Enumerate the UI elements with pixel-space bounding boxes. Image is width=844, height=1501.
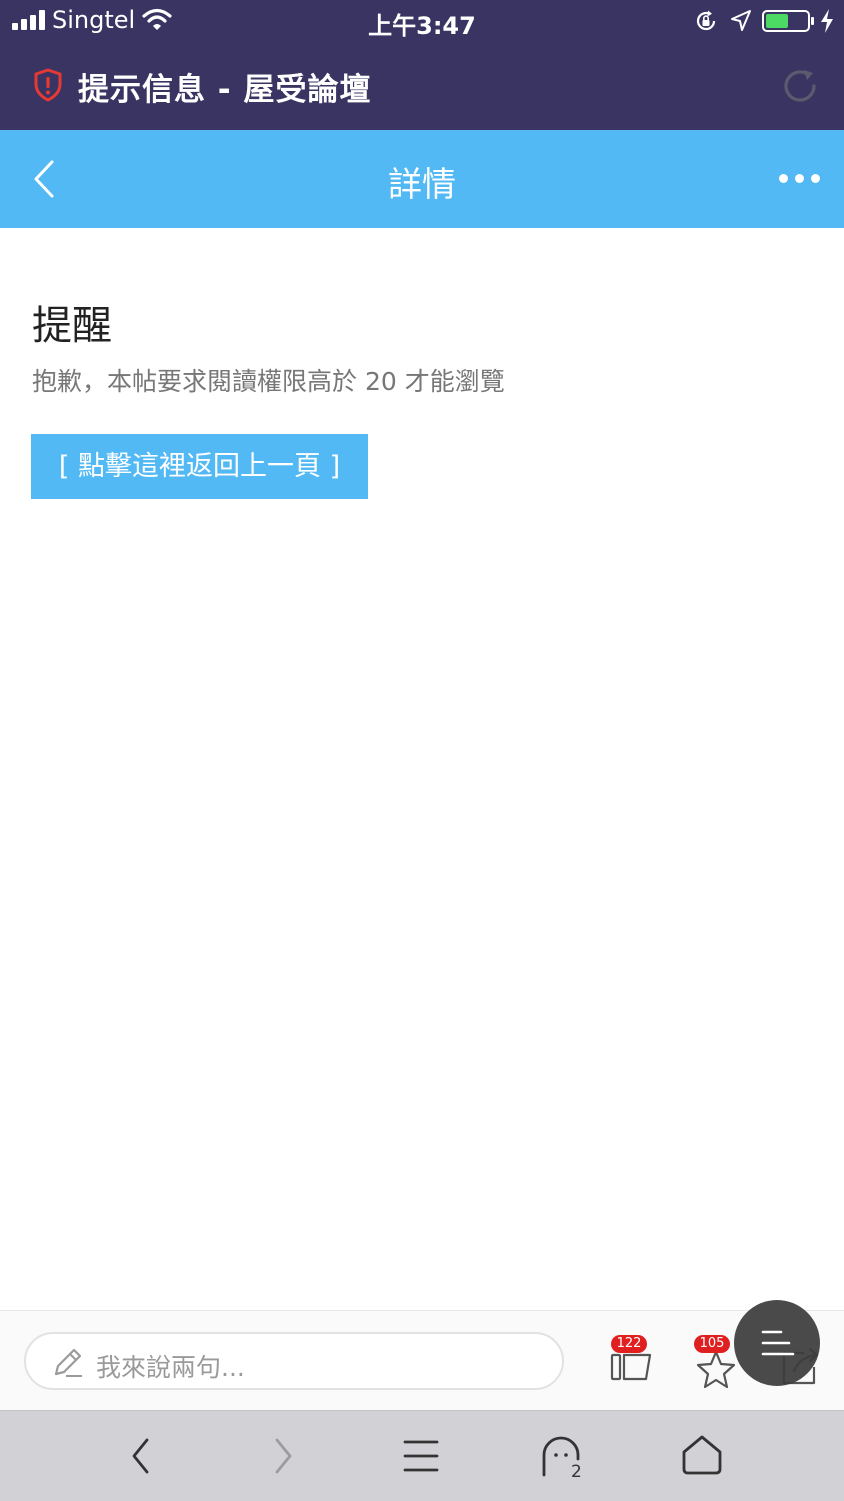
app-header-title: 詳情 (388, 165, 456, 205)
notice-heading: 提醒 (32, 303, 112, 349)
permission-message: 抱歉，本帖要求閱讀權限高於 20 才能瀏覽 (32, 367, 505, 396)
browser-menu-icon[interactable] (402, 1438, 440, 1474)
replies-count-badge: 122 (611, 1335, 647, 1353)
browser-home-icon[interactable] (680, 1433, 724, 1477)
browser-top-bar: Singtel 上午3:47 提示信息 - 屋受論壇 (0, 0, 844, 130)
app-header: 詳情 (0, 130, 844, 228)
rotation-lock-icon (696, 10, 716, 31)
favorites-count-badge: 105 (694, 1335, 730, 1353)
browser-tabs-icon[interactable]: 2 (540, 1433, 586, 1479)
list-menu-icon (761, 1330, 795, 1356)
return-previous-page-button[interactable]: [ 點擊這裡返回上一頁 ] (31, 434, 368, 499)
browser-title-row: 提示信息 - 屋受論壇 (0, 52, 844, 122)
browser-back-icon[interactable] (129, 1437, 153, 1475)
reload-icon[interactable] (780, 66, 820, 106)
floating-menu-button[interactable] (734, 1300, 820, 1386)
battery-icon (762, 10, 814, 32)
favorite-star-icon[interactable] (695, 1349, 737, 1389)
status-bar: Singtel 上午3:47 (0, 0, 844, 44)
pencil-icon (54, 1348, 82, 1377)
browser-toolbar: 2 (0, 1410, 844, 1501)
replies-icon[interactable] (610, 1351, 654, 1381)
location-arrow-icon (731, 10, 751, 31)
more-options-icon[interactable] (779, 174, 820, 183)
browser-forward-icon[interactable] (271, 1437, 295, 1475)
comment-placeholder: 我來說兩句... (96, 1353, 245, 1382)
comment-bar: 我來說兩句... 122 105 (0, 1310, 844, 1411)
browser-page-title: 提示信息 - 屋受論壇 (78, 72, 372, 108)
charging-icon (821, 9, 833, 33)
security-warning-shield-icon[interactable] (33, 68, 63, 102)
comment-input[interactable]: 我來說兩句... (24, 1332, 564, 1390)
tabs-count: 2 (571, 1462, 582, 1479)
